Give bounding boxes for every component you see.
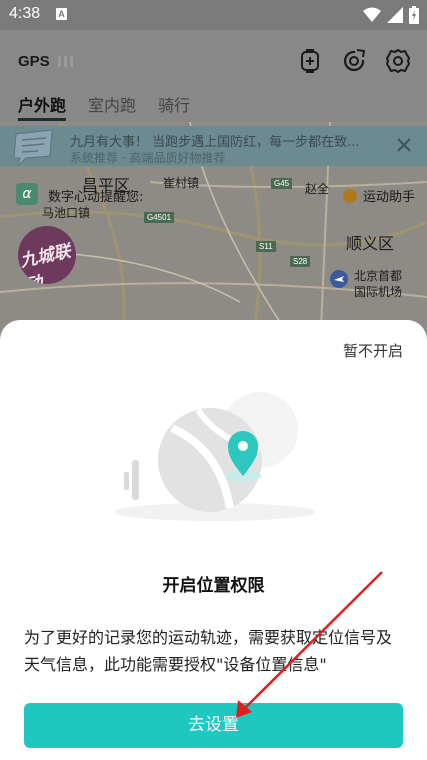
assistant-label: 运动助手	[362, 190, 415, 205]
heart-app-logo: α	[16, 183, 38, 205]
app-header: GPS 户外跑 室内跑 骑行	[0, 30, 427, 122]
road-badge: G45	[271, 178, 293, 189]
watch-add-icon[interactable]	[297, 48, 323, 74]
map-place-label: 顺义区	[346, 234, 395, 253]
road-badge: G4501	[144, 212, 175, 223]
heart-reminder-label: 数字心动提醒您:	[48, 190, 144, 205]
close-icon[interactable]	[397, 138, 411, 152]
dialog-description: 为了更好的记录您的运动轨迹，需要获取定位信号及天气信息，此功能需要授权"设备位置…	[24, 628, 393, 674]
location-permission-sheet: 暂不开启 开启位置权限 为了更好的记录您的运动轨迹，需要获取定位信号及天气信息，…	[0, 320, 427, 760]
assistant-icon	[342, 189, 357, 203]
tab-indoor-run[interactable]: 室内跑	[88, 92, 136, 121]
banner-subtext: 系统推荐 · 高端品质好物推荐	[70, 151, 226, 165]
gps-signal-indicator	[58, 56, 73, 67]
map-place-label: 崔村镇	[163, 176, 200, 190]
sport-assistant-button[interactable]: 运动助手	[342, 186, 415, 205]
location-illustration-icon	[115, 392, 315, 521]
airport-icon	[330, 270, 348, 288]
notification-badge: A	[56, 8, 67, 20]
tab-outdoor-run[interactable]: 户外跑	[18, 92, 67, 121]
status-bar: 4:38 A	[0, 0, 427, 30]
road-badge: S11	[256, 241, 276, 252]
status-time: 4:38	[9, 5, 41, 22]
promo-banner[interactable]: 九月有大事！ 当跑步遇上国防红，每一步都在致... 系统推荐 · 高端品质好物推…	[0, 126, 427, 166]
settings-icon[interactable]	[385, 48, 411, 74]
map-place-label: 马池口镇	[42, 206, 91, 220]
skip-button[interactable]: 暂不开启	[343, 340, 403, 361]
chat-bubble-icon	[13, 130, 53, 166]
banner-text: 九月有大事！ 当跑步遇上国防红，每一步都在致...	[70, 135, 360, 150]
dialog-title: 开启位置权限	[162, 576, 265, 596]
target-refresh-icon[interactable]	[341, 48, 367, 74]
map-place-label: 赵全	[305, 182, 330, 196]
wifi-icon	[363, 7, 381, 22]
cell-signal-icon	[387, 7, 403, 23]
map-place-label: 北京首都	[354, 269, 403, 283]
event-logo[interactable]: 九城联动	[18, 226, 76, 284]
event-logo-text: 九城联动	[18, 241, 73, 284]
tab-cycling[interactable]: 骑行	[158, 92, 190, 121]
gps-label: GPS	[18, 53, 50, 70]
go-settings-button[interactable]: 去设置	[24, 703, 403, 748]
battery-icon	[409, 6, 419, 24]
road-badge: S28	[290, 256, 311, 267]
map-place-label: 国际机场	[354, 285, 403, 299]
